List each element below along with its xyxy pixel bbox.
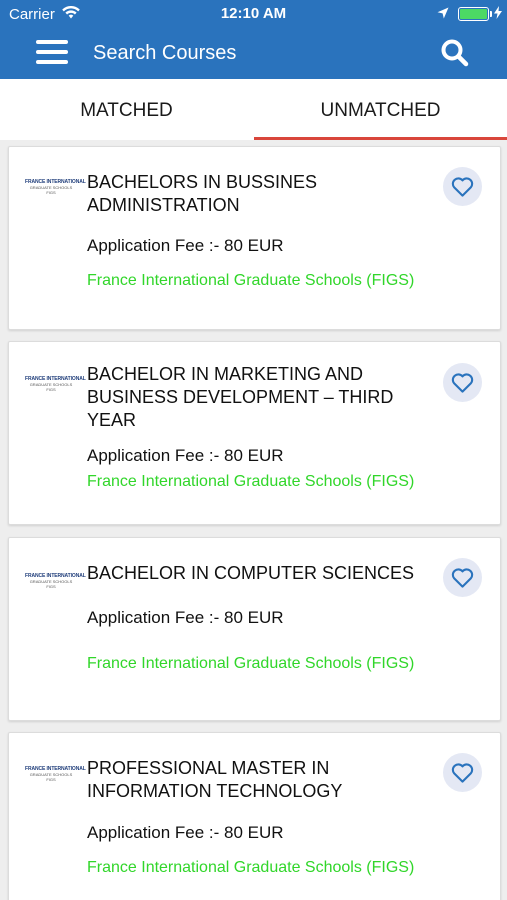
tab-unmatched-label: UNMATCHED	[320, 100, 441, 121]
school-logo: FRANCE INTERNATIONAL GRADUATE SCHOOLS FI…	[25, 376, 86, 394]
school-logo: FRANCE INTERNATIONAL GRADUATE SCHOOLS FI…	[25, 573, 86, 591]
course-card[interactable]: FRANCE INTERNATIONAL GRADUATE SCHOOLS FI…	[8, 537, 501, 721]
favorite-heart-icon[interactable]	[443, 753, 482, 792]
application-fee: Application Fee :- 80 EUR	[87, 236, 284, 255]
battery-tip	[490, 11, 492, 17]
location-arrow-icon	[437, 6, 449, 23]
header-title: Search Courses	[93, 42, 237, 64]
school-name: France International Graduate Schools (F…	[87, 655, 415, 672]
school-logo-line3: FIGS	[46, 387, 56, 392]
favorite-heart-icon[interactable]	[443, 558, 482, 597]
school-logo-line3: FIGS	[46, 190, 56, 195]
tab-unmatched[interactable]: UNMATCHED	[254, 79, 507, 140]
course-title: BACHELOR IN COMPUTER SCIENCES	[87, 563, 415, 583]
course-title: BACHELOR IN MARKETING AND BUSINESS DEVEL…	[87, 364, 394, 430]
school-logo: FRANCE INTERNATIONAL GRADUATE SCHOOLS FI…	[25, 766, 86, 784]
battery-icon	[458, 7, 489, 21]
course-card[interactable]: FRANCE INTERNATIONAL GRADUATE SCHOOLS FI…	[8, 732, 501, 900]
course-title: PROFESSIONAL MASTER IN INFORMATION TECHN…	[87, 758, 343, 801]
status-bar: Carrier 12:10 AM	[0, 0, 507, 28]
search-icon[interactable]	[440, 38, 470, 68]
tab-matched[interactable]: MATCHED	[0, 79, 253, 140]
active-tab-indicator	[254, 137, 507, 140]
school-name: France International Graduate Schools (F…	[87, 859, 415, 876]
course-card[interactable]: FRANCE INTERNATIONAL GRADUATE SCHOOLS FI…	[8, 146, 501, 330]
school-name: France International Graduate Schools (F…	[87, 473, 415, 490]
school-logo-line3: FIGS	[46, 777, 56, 782]
status-time: 12:10 AM	[220, 5, 287, 22]
course-card[interactable]: FRANCE INTERNATIONAL GRADUATE SCHOOLS FI…	[8, 341, 501, 525]
school-logo: FRANCE INTERNATIONAL GRADUATE SCHOOLS FI…	[25, 179, 86, 197]
hamburger-menu-icon[interactable]	[36, 40, 70, 66]
charging-bolt-icon	[494, 6, 502, 23]
tab-bar: MATCHED UNMATCHED	[0, 79, 507, 140]
course-title: BACHELORS IN BUSSINES ADMINISTRATION	[87, 172, 318, 215]
application-fee: Application Fee :- 80 EUR	[87, 446, 284, 465]
application-fee: Application Fee :- 80 EUR	[87, 823, 284, 842]
school-logo-line3: FIGS	[46, 584, 56, 589]
school-name: France International Graduate Schools (F…	[87, 272, 415, 289]
favorite-heart-icon[interactable]	[443, 363, 482, 402]
application-fee: Application Fee :- 80 EUR	[87, 608, 284, 627]
app-header: Carrier 12:10 AM Search Courses	[0, 0, 507, 79]
favorite-heart-icon[interactable]	[443, 167, 482, 206]
